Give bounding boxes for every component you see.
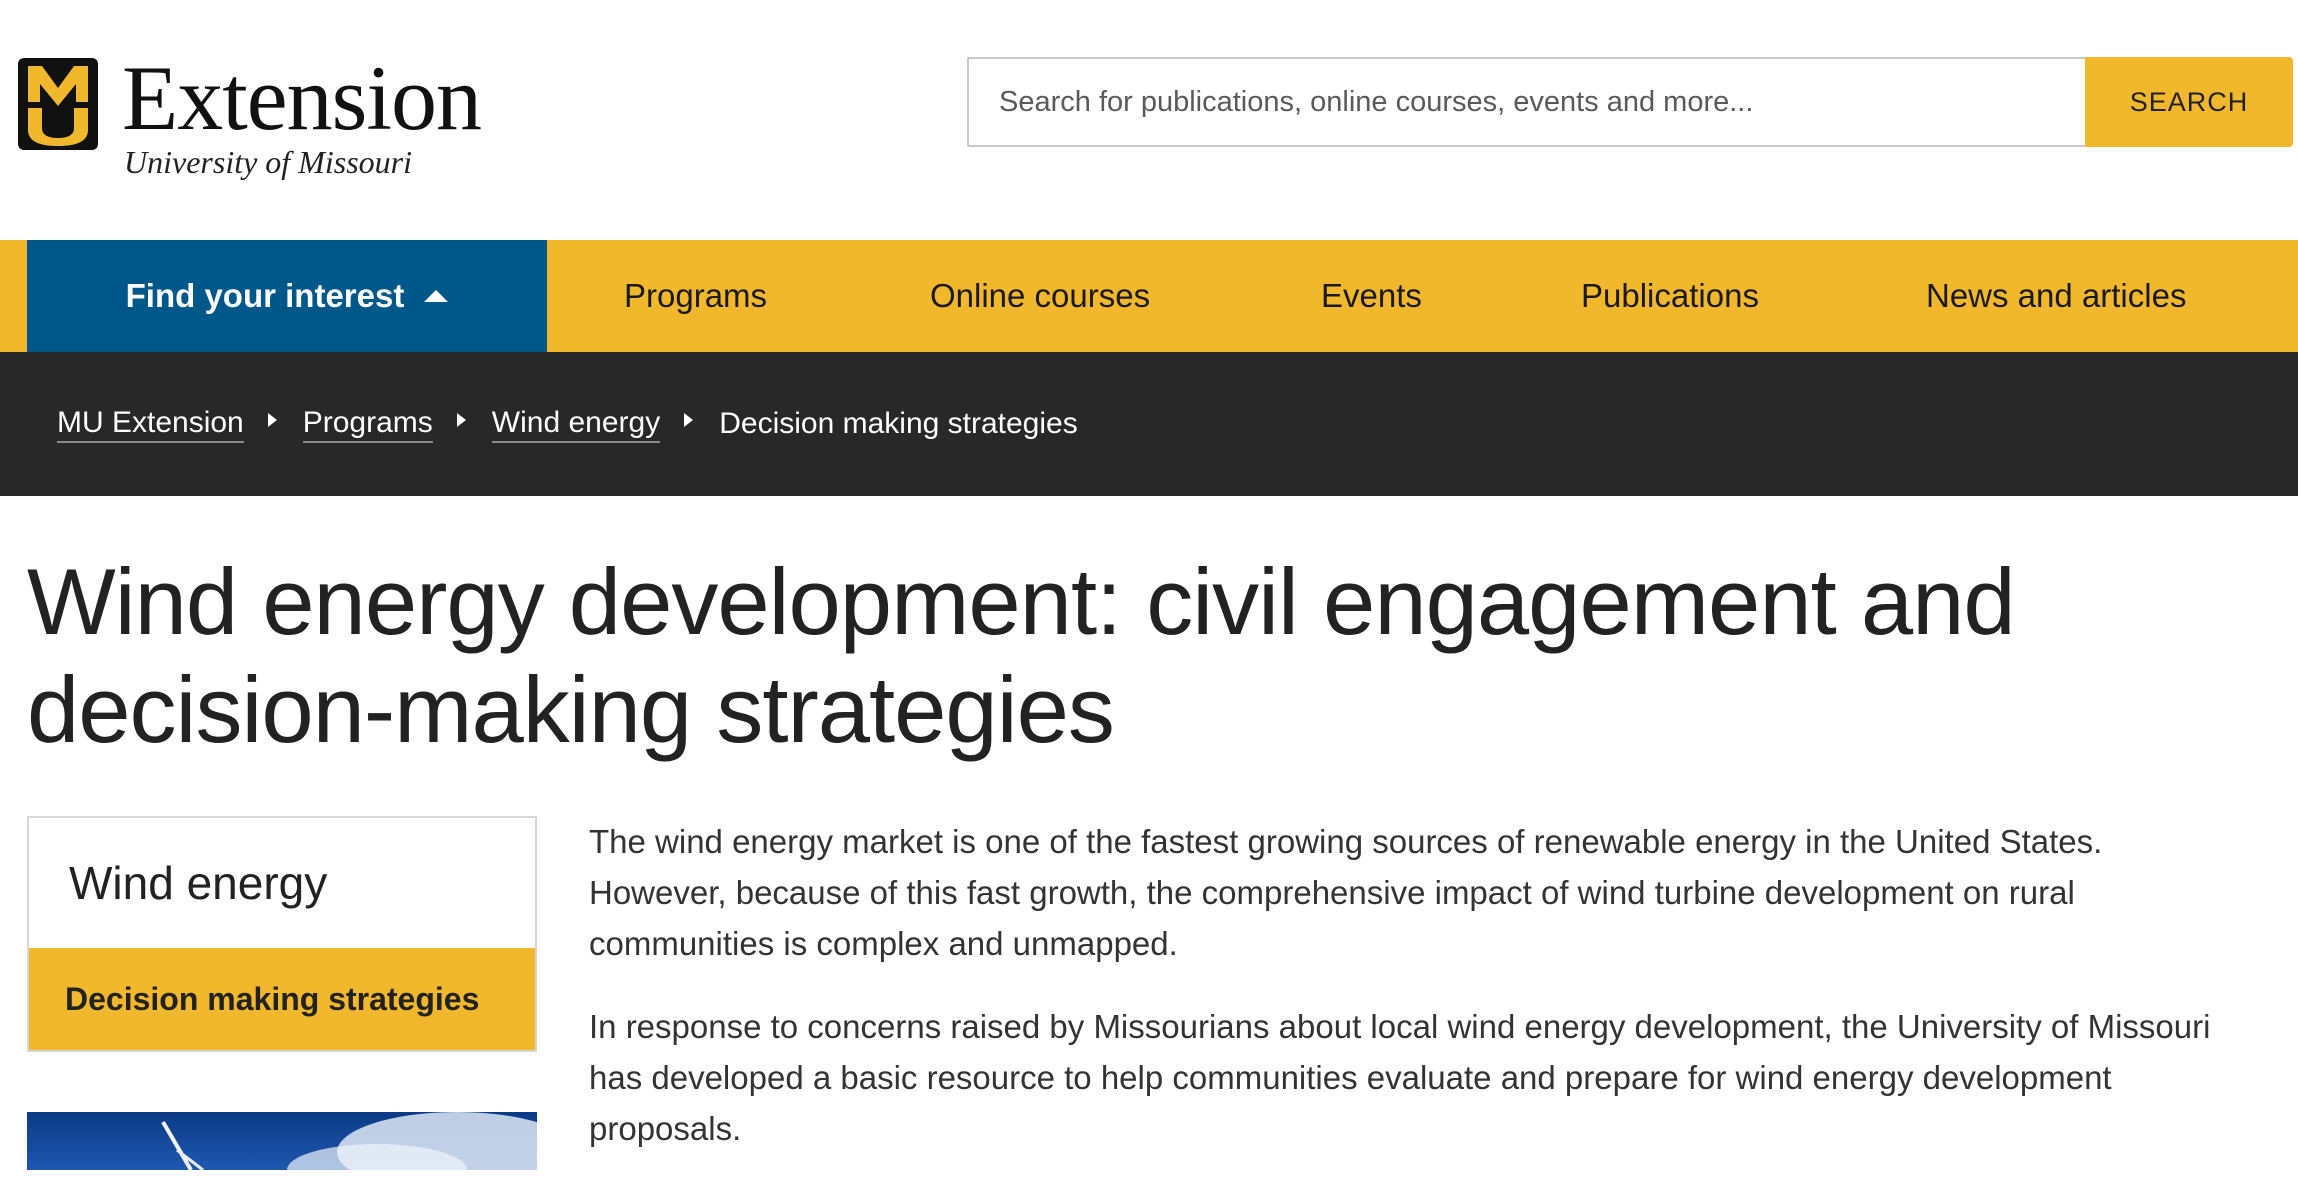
- find-your-interest-label: Find your interest: [125, 277, 405, 314]
- breadcrumb-separator-icon: [684, 413, 694, 427]
- wind-turbine-image: [27, 1112, 537, 1170]
- mu-extension-logo[interactable]: Extension University of Missouri: [18, 47, 482, 180]
- search-button[interactable]: SEARCH: [2085, 57, 2293, 147]
- logo-institution: University of Missouri: [124, 144, 412, 180]
- caret-up-icon: [424, 290, 449, 302]
- sidebar-title-wind-energy[interactable]: Wind energy: [29, 818, 535, 948]
- sidebar-item-decision-making-strategies[interactable]: Decision making strategies: [29, 948, 535, 1050]
- main-nav: Find your interest Programs Online cours…: [0, 240, 2298, 352]
- breadcrumb: MU Extension Programs Wind energy Decisi…: [0, 352, 2298, 496]
- body-paragraph: In response to concerns raised by Missou…: [589, 1008, 2211, 1147]
- mu-logo-icon: [18, 58, 98, 150]
- breadcrumb-link-wind-energy[interactable]: Wind energy: [491, 406, 661, 443]
- breadcrumb-separator-icon: [267, 413, 277, 427]
- sidebar-menu: Wind energy Decision making strategies: [27, 816, 537, 1052]
- breadcrumb-current: Decision making strategies: [719, 407, 1078, 440]
- breadcrumb-separator-icon: [456, 413, 466, 427]
- logo-wordmark: Extension: [122, 47, 482, 149]
- section-sidebar: Wind energy Decision making strategies: [27, 816, 537, 1052]
- nav-item-news-and-articles[interactable]: News and articles: [1926, 240, 2186, 352]
- page-title: Wind energy development: civil engagemen…: [27, 549, 2016, 762]
- find-your-interest-button[interactable]: Find your interest: [27, 240, 547, 352]
- intro-paragraph: The wind energy market is one of the fas…: [589, 823, 2103, 962]
- nav-item-online-courses[interactable]: Online courses: [930, 240, 1150, 352]
- breadcrumb-link-programs[interactable]: Programs: [302, 406, 433, 443]
- site-search: SEARCH: [967, 57, 2293, 147]
- site-header: Extension University of Missouri SEARCH: [0, 0, 2298, 240]
- search-input[interactable]: [967, 57, 2085, 147]
- nav-item-events[interactable]: Events: [1321, 240, 1422, 352]
- main-content: The wind energy market is one of the fas…: [589, 816, 2249, 1186]
- wind-turbine-photo-icon: [161, 1112, 537, 1170]
- breadcrumb-link-mu-extension[interactable]: MU Extension: [57, 406, 244, 443]
- nav-item-publications[interactable]: Publications: [1581, 240, 1759, 352]
- nav-item-programs[interactable]: Programs: [624, 240, 767, 352]
